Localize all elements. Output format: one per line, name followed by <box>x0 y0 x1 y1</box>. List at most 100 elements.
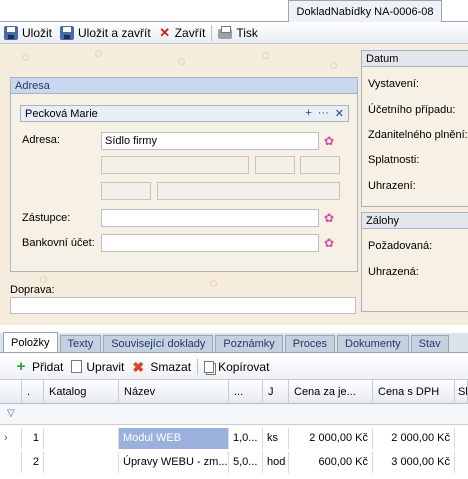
tab-status[interactable]: Stav <box>410 335 449 352</box>
due-date-label: Splatnosti: <box>368 154 420 166</box>
address-label: Adresa: <box>22 134 60 146</box>
address-city-field <box>157 182 340 200</box>
partner-name: Pecková Marie <box>25 107 98 120</box>
row-quantity: 1,0... <box>229 428 263 449</box>
main-toolbar: Uložit Uložit a zavřít ✕ Zavřít Tisk <box>0 22 468 44</box>
row-unit-price: 2 000,00 Kč <box>289 428 373 449</box>
address-zip-field <box>101 182 151 200</box>
grid-header-number[interactable]: . <box>22 380 44 404</box>
address-number-field <box>255 156 295 174</box>
grid-header-price-vat[interactable]: Cena s DPH <box>373 380 455 404</box>
representative-picker-icon[interactable]: ✿ <box>322 211 336 225</box>
tab-texts[interactable]: Texty <box>59 335 102 352</box>
grid-header-unit-price[interactable]: Cena za je... <box>289 380 373 404</box>
partner-remove-icon[interactable]: ✕ <box>335 107 344 120</box>
deposits-panel: Zálohy Požadovaná: Uhrazená: <box>361 212 468 312</box>
print-label: Tisk <box>236 25 258 40</box>
background-pattern <box>262 52 269 59</box>
delete-item-label: Smazat <box>150 359 192 374</box>
filter-icon[interactable]: ▽ <box>7 408 15 419</box>
bank-account-input[interactable] <box>101 234 319 252</box>
close-label: Zavřít <box>174 25 206 40</box>
save-label: Uložit <box>22 25 53 40</box>
toolbar-separator <box>211 24 213 41</box>
background-pattern <box>22 54 29 61</box>
accounting-date-label: Účetního případu: <box>368 104 456 116</box>
print-icon <box>218 25 233 39</box>
save-button[interactable]: Uložit <box>0 23 56 43</box>
row-name: Úpravy WEBU - zm... <box>119 452 229 473</box>
table-row[interactable]: › 1 Modul WEB 1,0... ks 2 000,00 Kč 2 00… <box>0 428 468 449</box>
date-panel-title: Datum <box>362 51 468 67</box>
copy-item-button[interactable]: Kopírovat <box>200 357 273 377</box>
issued-label: Vystavení: <box>368 78 419 90</box>
items-toolbar: + Přidat Upravit ✖ Smazat Kopírovat <box>0 354 468 380</box>
row-pointer-icon: › <box>0 428 22 449</box>
delete-item-button[interactable]: ✖ Smazat <box>128 357 195 377</box>
background-pattern <box>330 62 337 69</box>
row-price-vat: 3 000,00 Kč <box>373 452 455 473</box>
grid-header-name[interactable]: Název <box>119 380 229 404</box>
deposits-panel-title: Zálohy <box>362 213 468 229</box>
close-button[interactable]: ✕ Zavřít <box>155 23 210 43</box>
paid-date-label: Uhrazení: <box>368 180 416 192</box>
deposit-paid-label: Uhrazená: <box>368 266 419 278</box>
tab-items[interactable]: Položky <box>3 332 58 352</box>
deposit-required-label: Požadovaná: <box>368 240 433 252</box>
grid-header-extra[interactable]: Sl <box>455 380 468 404</box>
row-unit-price: 600,00 Kč <box>289 452 373 473</box>
row-unit: ks <box>263 428 289 449</box>
copy-item-label: Kopírovat <box>218 359 270 374</box>
address-panel: Adresa Pecková Marie + ··· ✕ Adresa: Síd… <box>10 77 358 272</box>
grid-header-selector[interactable] <box>0 380 22 404</box>
row-price-vat: 2 000,00 Kč <box>373 428 455 449</box>
tab-documents[interactable]: Dokumenty <box>337 335 409 352</box>
address-picker-icon[interactable]: ✿ <box>322 134 336 148</box>
table-row[interactable]: 2 Úpravy WEBU - zm... 5,0... hod 600,00 … <box>0 452 468 473</box>
bank-account-picker-icon[interactable]: ✿ <box>322 236 336 250</box>
address-street-field <box>101 156 249 174</box>
save-close-label: Uložit a zavřít <box>78 25 151 40</box>
items-grid: . Katalog Název ... J Cena za je... Cena… <box>0 380 468 479</box>
date-panel: Datum Vystavení: Účetního případu: Zdani… <box>361 50 468 207</box>
background-pattern <box>178 58 185 65</box>
background-pattern <box>40 276 47 283</box>
transport-input[interactable] <box>10 297 356 314</box>
row-catalog <box>44 452 119 473</box>
representative-label: Zástupce: <box>22 212 71 224</box>
taxable-date-label: Zdanitelného plnění: <box>368 129 468 141</box>
document-tab-title: DokladNabídky NA-0006-08 <box>296 5 434 18</box>
tab-notes[interactable]: Poznámky <box>215 335 283 352</box>
detail-tabs: Položky Texty Související doklady Poznám… <box>0 332 468 353</box>
bank-account-label: Bankovní účet: <box>22 237 95 249</box>
copy-icon <box>204 360 215 373</box>
print-button[interactable]: Tisk <box>214 23 262 43</box>
partner-field[interactable]: Pecková Marie + ··· ✕ <box>20 105 349 122</box>
edit-item-button[interactable]: Upravit <box>67 357 128 377</box>
background-pattern <box>210 280 217 287</box>
partner-more-icon[interactable]: ··· <box>318 107 329 120</box>
row-name: Modul WEB <box>119 428 229 449</box>
grid-header-catalog[interactable]: Katalog <box>44 380 119 404</box>
row-unit: hod <box>263 452 289 473</box>
close-icon: ✕ <box>159 24 171 40</box>
save-close-button[interactable]: Uložit a zavřít <box>56 23 155 43</box>
edit-item-label: Upravit <box>86 359 125 374</box>
add-icon: + <box>16 357 26 375</box>
add-item-button[interactable]: + Přidat <box>10 357 67 377</box>
save-icon <box>4 25 18 40</box>
tab-related-documents[interactable]: Související doklady <box>103 335 214 352</box>
document-tab[interactable]: DokladNabídky NA-0006-08 <box>288 0 442 22</box>
grid-filter-row[interactable]: ▽ <box>0 404 468 425</box>
grid-header-quantity[interactable]: ... <box>229 380 263 404</box>
row-pointer-cell <box>0 452 22 473</box>
row-catalog <box>44 428 119 449</box>
save-close-icon <box>60 25 75 40</box>
grid-header-unit[interactable]: J <box>263 380 289 404</box>
tab-process[interactable]: Proces <box>284 335 335 352</box>
address-panel-title: Adresa <box>11 78 357 94</box>
row-quantity: 5,0... <box>229 452 263 473</box>
representative-input[interactable] <box>101 209 319 227</box>
partner-add-icon[interactable]: + <box>305 107 311 120</box>
address-input[interactable]: Sídlo firmy <box>101 132 319 150</box>
